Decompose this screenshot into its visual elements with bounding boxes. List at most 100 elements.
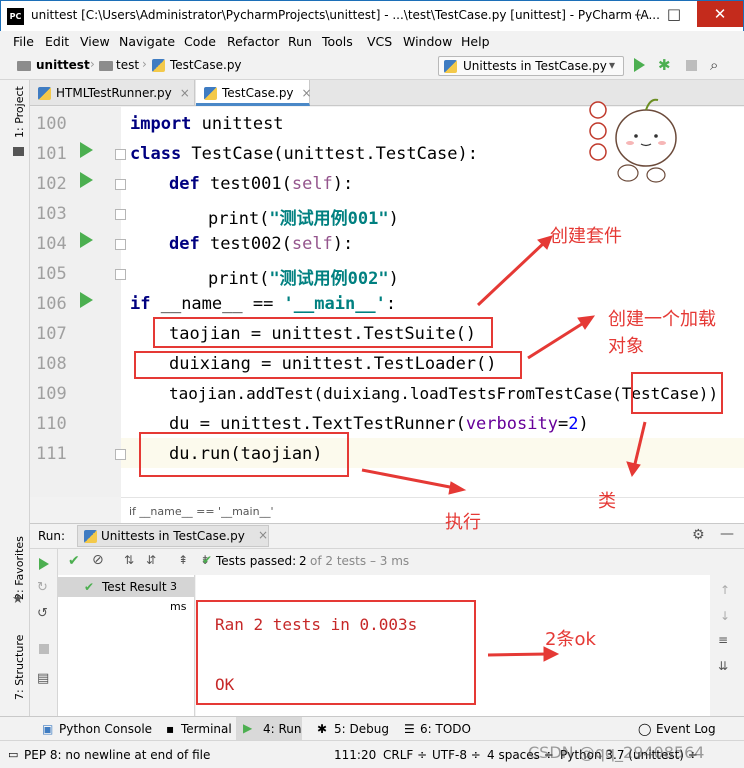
stop-icon[interactable] <box>686 60 697 71</box>
run-toolbar: ✔ ⊘ ⇅ ⇵ ⇞ ⇟ ✔ Tests passed: 2 of 2 tests… <box>30 549 744 575</box>
arrow-down-icon[interactable]: ↓ <box>720 609 730 623</box>
todo-icon: ☰ <box>404 722 415 736</box>
code-line: import unittest <box>130 114 284 134</box>
annotation-box-loader <box>134 351 522 379</box>
check-icon[interactable]: ✔ <box>68 553 80 569</box>
close-tab-icon[interactable]: × <box>302 86 312 100</box>
star-icon: ★ <box>12 592 24 607</box>
code-line: print("测试用例002") <box>208 269 399 289</box>
line-separator[interactable]: CRLF ÷ <box>383 748 427 762</box>
hide-panel-icon[interactable]: — <box>720 526 734 542</box>
breadcrumb-scope[interactable]: if __name__ == '__main__' <box>129 505 274 518</box>
fold-icon[interactable] <box>115 269 126 280</box>
menu-file[interactable]: File <box>13 34 34 49</box>
menu-view[interactable]: View <box>80 34 110 49</box>
run-gutter-icon[interactable] <box>80 232 93 248</box>
run-config-label: Unittests in TestCase.py <box>463 59 607 73</box>
event-log-button[interactable]: Event Log <box>656 722 716 736</box>
breadcrumb-file[interactable]: TestCase.py <box>170 58 242 72</box>
tool-window-bar: ▣ Python Console ▪ Terminal ▶ 4: Run ✱ 5… <box>0 716 744 740</box>
close-tab-icon[interactable]: × <box>180 86 190 100</box>
code-line: du = unittest.TextTestRunner(verbosity=2… <box>169 414 589 434</box>
todo-button[interactable]: 6: TODO <box>420 722 471 736</box>
maximize-button[interactable]: □ <box>657 1 691 27</box>
fold-icon[interactable] <box>115 179 126 190</box>
fold-icon[interactable] <box>115 449 126 460</box>
menu-navigate[interactable]: Navigate <box>119 34 175 49</box>
pycharm-logo-icon: PC <box>7 8 24 25</box>
folder-icon <box>17 61 31 71</box>
soft-wrap-icon[interactable]: ≡ <box>718 633 728 647</box>
toggle-auto-test-icon[interactable]: ↺ <box>37 606 48 621</box>
status-message: PEP 8: no newline at end of file <box>24 748 211 762</box>
gear-icon[interactable]: ⚙ <box>692 527 705 543</box>
python-file-icon <box>84 530 97 543</box>
menu-window[interactable]: Window <box>403 34 452 49</box>
menu-edit[interactable]: Edit <box>45 34 69 49</box>
project-tool-button[interactable]: 1: Project <box>13 86 26 138</box>
run-tool-button[interactable]: ▶ 4: Run <box>236 717 302 740</box>
chevron-down-icon: ▾ <box>609 58 616 72</box>
menu-vcs[interactable]: VCS <box>367 34 392 49</box>
search-icon[interactable]: ⌕ <box>710 56 728 74</box>
tab-testcase[interactable]: TestCase.py × <box>196 80 312 106</box>
python-file-icon <box>38 87 51 100</box>
project-icon <box>13 147 24 156</box>
close-button[interactable]: ✕ <box>697 1 743 27</box>
scroll-to-end-icon[interactable]: ⇊ <box>718 659 728 673</box>
run-config-tab[interactable]: Unittests in TestCase.py × <box>77 525 269 547</box>
menu-run[interactable]: Run <box>288 34 312 49</box>
fold-icon[interactable] <box>115 149 126 160</box>
line-number: 104 <box>36 234 67 254</box>
run-gutter-icon[interactable] <box>80 172 93 188</box>
debug-button[interactable]: 5: Debug <box>334 722 389 736</box>
run-config-select[interactable]: Unittests in TestCase.py ▾ <box>438 56 624 76</box>
ignored-icon[interactable]: ⊘ <box>92 552 104 568</box>
test-result-label: Test Result <box>102 580 167 594</box>
stop-icon[interactable] <box>39 644 49 654</box>
annotation-box-suite <box>153 317 493 348</box>
passed-icon: ✔ <box>84 580 95 594</box>
folder-icon <box>99 61 113 71</box>
sort-icon[interactable]: ⇅ <box>124 553 134 567</box>
run-gutter-icon[interactable] <box>80 142 93 158</box>
expand-icon[interactable]: ⇞ <box>178 553 188 567</box>
line-number: 107 <box>36 324 67 344</box>
fold-icon[interactable] <box>115 209 126 220</box>
rerun-icon[interactable] <box>39 558 49 570</box>
favorites-tool-button[interactable]: 2: Favorites <box>13 536 26 600</box>
passed-icon: ✔ <box>202 553 213 567</box>
menu-bar: File Edit View Navigate Code Refactor Ru… <box>0 31 744 53</box>
minimize-button[interactable]: – <box>621 1 655 27</box>
annotation-box-run <box>139 432 349 477</box>
run-icon[interactable] <box>634 58 645 72</box>
watermark: CSDN @qq_29408564 <box>528 743 705 762</box>
console-side-toolbar: ↑ ↓ ≡ ⇊ <box>710 575 744 716</box>
line-number: 100 <box>36 114 67 134</box>
run-gutter-icon[interactable] <box>80 292 93 308</box>
annotation-create-loader-1: 创建一个加载 <box>608 309 716 330</box>
menu-tools[interactable]: Tools <box>322 34 353 49</box>
terminal-button[interactable]: Terminal <box>181 722 232 736</box>
caret-position[interactable]: 111:20 <box>334 748 376 762</box>
code-line: if __name__ == '__main__': <box>130 294 397 314</box>
breadcrumb-project[interactable]: unittest <box>36 58 90 72</box>
tab-htmltestrunner[interactable]: HTMLTestRunner.py × <box>30 80 195 106</box>
arrow-up-icon[interactable]: ↑ <box>720 583 730 597</box>
python-console-button[interactable]: Python Console <box>59 722 152 736</box>
rerun-failed-icon[interactable]: ↻ <box>37 580 48 595</box>
close-icon[interactable]: × <box>258 528 268 542</box>
menu-help[interactable]: Help <box>461 34 490 49</box>
file-encoding[interactable]: UTF-8 ÷ <box>432 748 481 762</box>
menu-code[interactable]: Code <box>184 34 216 49</box>
breadcrumb-folder[interactable]: test <box>116 58 139 72</box>
structure-tool-button[interactable]: 7: Structure <box>13 635 26 700</box>
sort-duration-icon[interactable]: ⇵ <box>146 553 156 567</box>
title-bar: PC unittest [C:\Users\Administrator\Pych… <box>0 0 744 31</box>
annotation-class: 类 <box>598 491 616 512</box>
fold-icon[interactable] <box>115 239 126 250</box>
debug-icon[interactable]: ✱ <box>658 57 674 73</box>
menu-refactor[interactable]: Refactor <box>227 34 279 49</box>
layout-icon[interactable]: ▤ <box>37 671 49 686</box>
test-result-row[interactable]: ✔ Test Result 3 ms <box>58 577 194 613</box>
